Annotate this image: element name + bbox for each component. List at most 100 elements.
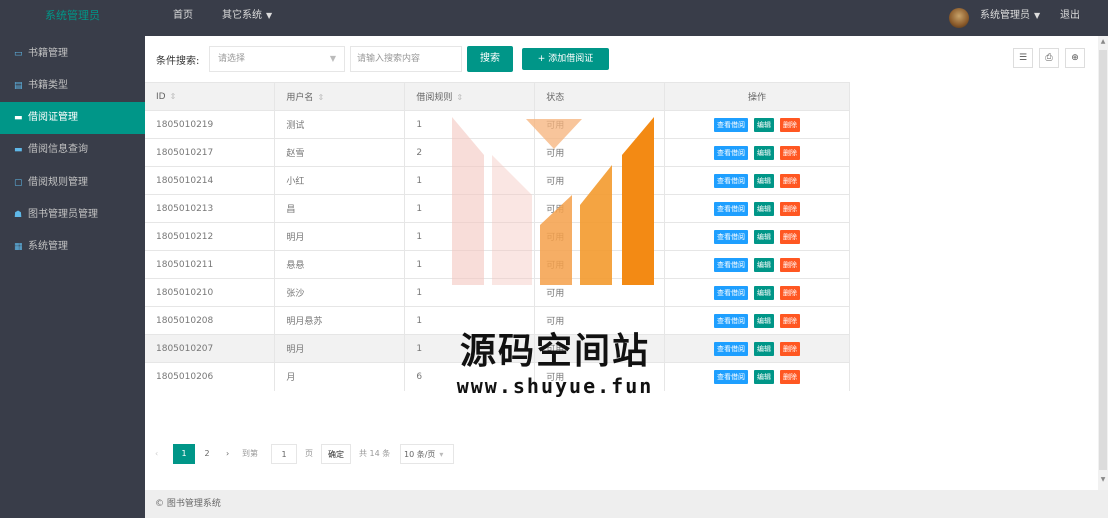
- column-header-rule[interactable]: 借阅规则 ⇕: [404, 82, 536, 111]
- search-label: 条件搜索:: [156, 56, 200, 67]
- delete-button[interactable]: 删除: [780, 173, 801, 188]
- table-row[interactable]: 1805010219 测试 1 可用 查看借阅 编辑 删除: [145, 110, 850, 139]
- cell-rule: 1: [404, 194, 536, 223]
- sort-icon[interactable]: ⇕: [170, 92, 177, 101]
- columns-icon[interactable]: ☰: [1013, 48, 1033, 68]
- edit-button[interactable]: 编辑: [754, 229, 775, 244]
- delete-button[interactable]: 删除: [780, 201, 801, 216]
- edit-button[interactable]: 编辑: [754, 285, 775, 300]
- view-borrows-button[interactable]: 查看借阅: [714, 145, 749, 160]
- edit-button[interactable]: 编辑: [754, 117, 775, 132]
- sidebar-item-label: 图书管理员管理: [28, 209, 98, 220]
- view-borrows-button[interactable]: 查看借阅: [714, 369, 749, 384]
- delete-button[interactable]: 删除: [780, 257, 801, 272]
- add-library-card-button[interactable]: + 添加借阅证: [522, 48, 609, 70]
- cell-status: 可用: [534, 110, 666, 139]
- user-menu[interactable]: 系统管理员 ▼: [980, 0, 1040, 36]
- user-avatar[interactable]: [949, 8, 969, 28]
- view-borrows-button[interactable]: 查看借阅: [714, 117, 749, 132]
- print-icon[interactable]: ⎙: [1039, 48, 1059, 68]
- view-borrows-button[interactable]: 查看借阅: [714, 173, 749, 188]
- page-2-button[interactable]: 2: [200, 444, 214, 464]
- cell-actions: 查看借阅 编辑 删除: [664, 334, 850, 363]
- delete-button[interactable]: 删除: [780, 313, 801, 328]
- sidebar-item-borrow-rules[interactable]: ▢ 借阅规则管理: [0, 167, 145, 199]
- sidebar-item-library-cards[interactable]: ▬ 借阅证管理: [0, 102, 145, 134]
- export-icon[interactable]: ⊕: [1065, 48, 1085, 68]
- cell-username: 测试: [274, 110, 406, 139]
- cell-id: 1805010206: [145, 362, 276, 391]
- sort-icon[interactable]: ⇕: [456, 93, 463, 102]
- search-input[interactable]: 请输入搜索内容: [350, 46, 462, 72]
- sidebar-item-label: 系统管理: [28, 241, 68, 252]
- delete-button[interactable]: 删除: [780, 285, 801, 300]
- edit-button[interactable]: 编辑: [754, 257, 775, 272]
- cell-id: 1805010217: [145, 138, 276, 167]
- column-header-username[interactable]: 用户名 ⇕: [274, 82, 406, 111]
- cell-status: 可用: [534, 166, 666, 195]
- prev-page-button[interactable]: ‹: [155, 444, 167, 464]
- caret-down-icon: ▼: [1034, 11, 1041, 20]
- search-button[interactable]: 搜索: [467, 46, 513, 72]
- rule-icon: ▢: [14, 178, 23, 188]
- top-header: 系统管理员 首页 其它系统 ▼ 系统管理员 ▼ 退出: [0, 0, 1108, 36]
- delete-button[interactable]: 删除: [780, 145, 801, 160]
- view-borrows-button[interactable]: 查看借阅: [714, 257, 749, 272]
- view-borrows-button[interactable]: 查看借阅: [714, 285, 749, 300]
- logout-link[interactable]: 退出: [1060, 0, 1080, 36]
- table-row[interactable]: 1805010214 小红 1 可用 查看借阅 编辑 删除: [145, 166, 850, 195]
- app-logo[interactable]: 系统管理员: [0, 0, 145, 36]
- next-page-button[interactable]: ›: [226, 444, 236, 464]
- search-field-select[interactable]: 请选择 ▼: [209, 46, 345, 72]
- sidebar-item-librarians[interactable]: ☗ 图书管理员管理: [0, 199, 145, 231]
- edit-button[interactable]: 编辑: [754, 341, 775, 356]
- edit-button[interactable]: 编辑: [754, 369, 775, 384]
- column-header-id[interactable]: ID ⇕: [145, 82, 276, 111]
- table-row[interactable]: 1805010212 明月 1 可用 查看借阅 编辑 删除: [145, 222, 850, 251]
- nav-other-systems-menu[interactable]: 其它系统 ▼: [222, 0, 272, 36]
- cell-actions: 查看借阅 编辑 删除: [664, 362, 850, 391]
- cell-rule: 1: [404, 250, 536, 279]
- cell-status: 可用: [534, 250, 666, 279]
- nav-home-link[interactable]: 首页: [173, 0, 193, 36]
- edit-button[interactable]: 编辑: [754, 173, 775, 188]
- view-borrows-button[interactable]: 查看借阅: [714, 313, 749, 328]
- sidebar-item-book-types[interactable]: ▤ 书籍类型: [0, 70, 145, 102]
- sidebar-item-borrow-query[interactable]: ▬ 借阅信息查询: [0, 134, 145, 166]
- cell-username: 小红: [274, 166, 406, 195]
- delete-button[interactable]: 删除: [780, 341, 801, 356]
- delete-button[interactable]: 删除: [780, 117, 801, 132]
- sidebar-item-system[interactable]: ▦ 系统管理: [0, 231, 145, 263]
- page-1-button[interactable]: 1: [173, 444, 195, 464]
- cell-username: 悬悬: [274, 250, 406, 279]
- edit-button[interactable]: 编辑: [754, 313, 775, 328]
- delete-button[interactable]: 删除: [780, 369, 801, 384]
- delete-button[interactable]: 删除: [780, 229, 801, 244]
- page-scrollbar[interactable]: ▲ ▼: [1098, 36, 1108, 490]
- cell-id: 1805010210: [145, 278, 276, 307]
- goto-confirm-button[interactable]: 确定: [321, 444, 351, 464]
- cell-id: 1805010214: [145, 166, 276, 195]
- cell-id: 1805010207: [145, 334, 276, 363]
- footer: © 图书管理系统: [145, 490, 1108, 518]
- table-row[interactable]: 1805010217 赵雪 2 可用 查看借阅 编辑 删除: [145, 138, 850, 167]
- page-number-input[interactable]: 1: [271, 444, 297, 464]
- table-row[interactable]: 1805010211 悬悬 1 可用 查看借阅 编辑 删除: [145, 250, 850, 279]
- view-borrows-button[interactable]: 查看借阅: [714, 341, 749, 356]
- sort-icon[interactable]: ⇕: [317, 93, 324, 102]
- cell-id: 1805010211: [145, 250, 276, 279]
- view-borrows-button[interactable]: 查看借阅: [714, 229, 749, 244]
- scroll-up-icon[interactable]: ▲: [1098, 38, 1108, 45]
- total-count: 共 14 条: [359, 449, 391, 458]
- table-row[interactable]: 1805010210 张沙 1 可用 查看借阅 编辑 删除: [145, 278, 850, 307]
- cell-username: 明月: [274, 334, 406, 363]
- view-borrows-button[interactable]: 查看借阅: [714, 201, 749, 216]
- scrollbar-thumb[interactable]: [1099, 50, 1107, 470]
- sidebar-item-books[interactable]: ▭ 书籍管理: [0, 38, 145, 70]
- page-size-select[interactable]: 10 条/页 ▾: [400, 444, 454, 464]
- edit-button[interactable]: 编辑: [754, 145, 775, 160]
- table-row[interactable]: 1805010213 昌 1 可用 查看借阅 编辑 删除: [145, 194, 850, 223]
- scroll-down-icon[interactable]: ▼: [1098, 476, 1108, 483]
- edit-button[interactable]: 编辑: [754, 201, 775, 216]
- cell-username: 月: [274, 362, 406, 391]
